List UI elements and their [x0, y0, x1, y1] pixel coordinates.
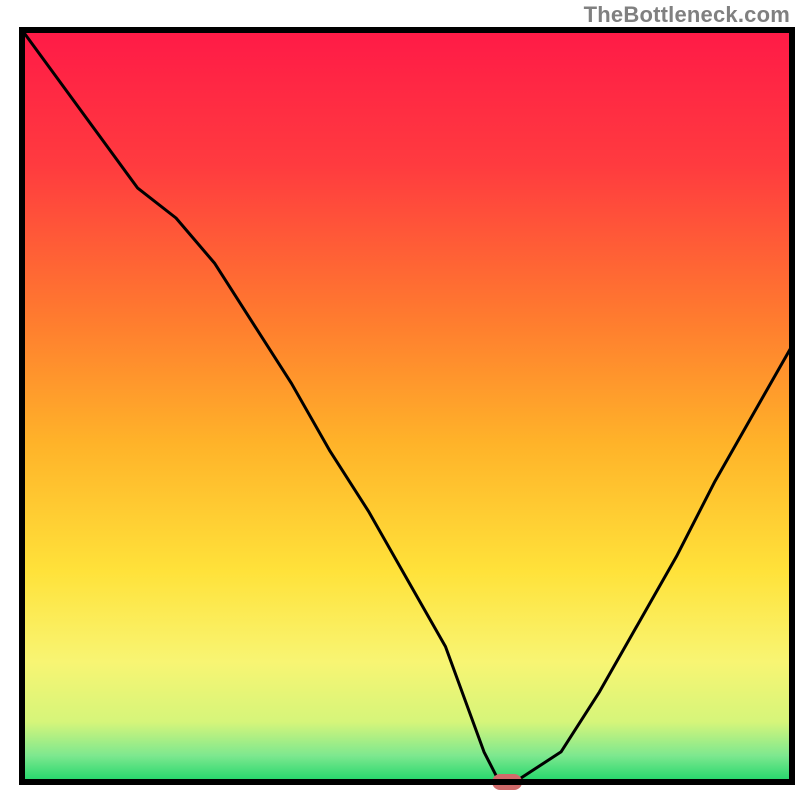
bottleneck-chart [0, 0, 800, 800]
watermark-label: TheBottleneck.com [584, 2, 790, 28]
chart-stage: TheBottleneck.com [0, 0, 800, 800]
gradient-background [22, 30, 792, 782]
